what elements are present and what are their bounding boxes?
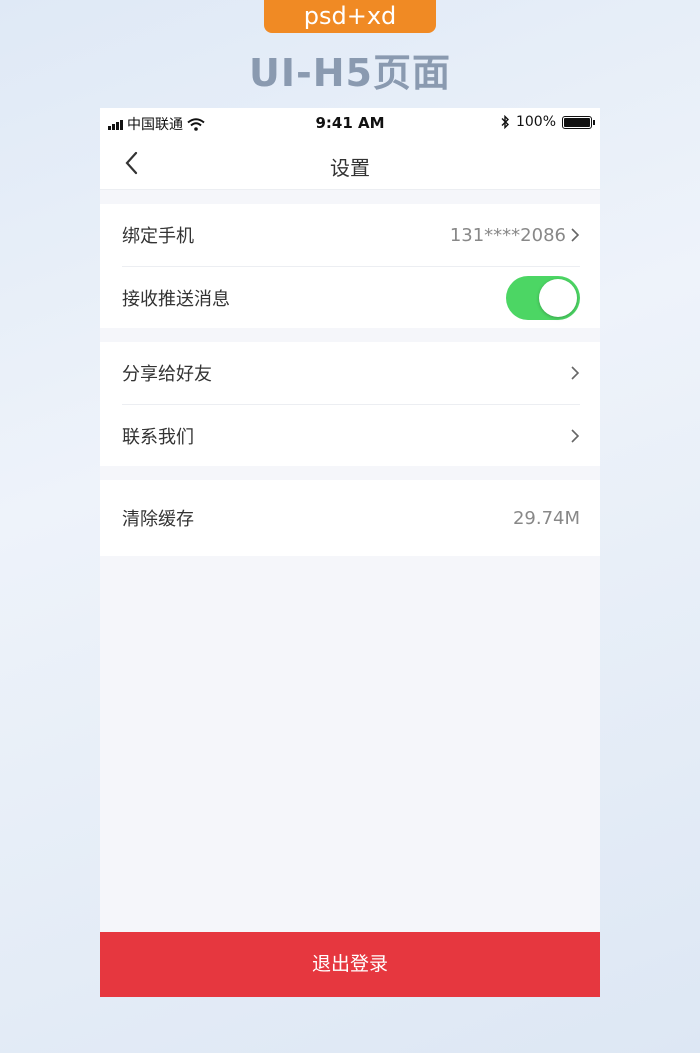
chevron-right-icon bbox=[571, 228, 580, 242]
share-label: 分享给好友 bbox=[122, 364, 212, 385]
phone-screen: 中国联通 9:41 AM 100% 设置 绑定手机 131****2086 接收… bbox=[100, 108, 600, 997]
nav-bar: 设置 bbox=[100, 138, 600, 190]
contact-row[interactable]: 联系我们 bbox=[122, 404, 580, 466]
settings-group-account: 绑定手机 131****2086 接收推送消息 bbox=[100, 204, 600, 328]
format-tag: psd+xd bbox=[264, 0, 436, 33]
battery-percent: 100% bbox=[515, 114, 556, 130]
toggle-knob bbox=[539, 278, 577, 317]
contact-label: 联系我们 bbox=[122, 426, 194, 448]
status-bar: 中国联通 9:41 AM 100% bbox=[100, 108, 600, 138]
bind-phone-value: 131****2086 bbox=[449, 224, 566, 246]
share-row[interactable]: 分享给好友 bbox=[122, 342, 580, 404]
settings-group-social: 分享给好友 联系我们 bbox=[100, 342, 600, 466]
clear-cache-label: 清除缓存 bbox=[122, 509, 194, 530]
cache-size: 29.74M bbox=[512, 507, 580, 529]
status-right: 100% bbox=[501, 114, 595, 130]
battery-icon bbox=[562, 115, 595, 129]
push-label: 接收推送消息 bbox=[122, 288, 230, 310]
clear-cache-row[interactable]: 清除缓存 29.74M bbox=[122, 480, 580, 556]
push-toggle[interactable] bbox=[506, 275, 580, 320]
chevron-right-icon bbox=[571, 428, 580, 443]
chevron-right-icon bbox=[571, 366, 580, 380]
bind-phone-row[interactable]: 绑定手机 131****2086 bbox=[122, 204, 580, 266]
page-headline: UI-H5页面 bbox=[248, 51, 451, 95]
page-title: 设置 bbox=[330, 156, 370, 180]
logout-button[interactable]: 退出登录 bbox=[100, 932, 600, 997]
push-row: 接收推送消息 bbox=[122, 266, 580, 328]
settings-group-storage: 清除缓存 29.74M bbox=[100, 480, 600, 556]
bind-phone-label: 绑定手机 bbox=[122, 226, 194, 247]
bluetooth-icon bbox=[501, 115, 509, 129]
